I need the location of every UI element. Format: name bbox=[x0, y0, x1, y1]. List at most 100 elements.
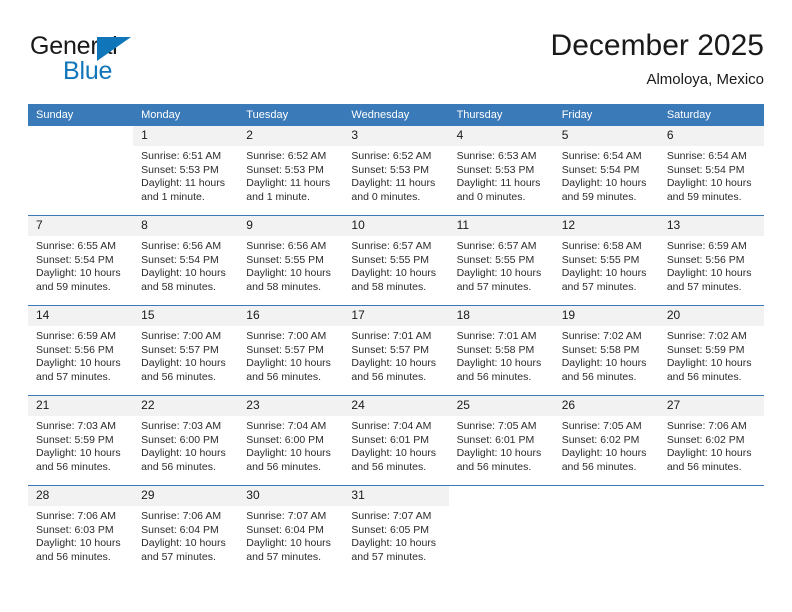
daylight-text: Daylight: 10 hours and 56 minutes. bbox=[246, 447, 331, 473]
day-details: Sunrise: 7:03 AM Sunset: 5:59 PM Daylight:… bbox=[28, 416, 133, 474]
day-details: Sunrise: 6:53 AM Sunset: 5:53 PM Daylight:… bbox=[449, 146, 554, 204]
page-title: December 2025 bbox=[550, 29, 764, 62]
calendar-day-cell[interactable]: 20 Sunrise: 7:02 AM Sunset: 5:59 PM Dayligh… bbox=[658, 305, 764, 396]
sunrise-text: Sunrise: 6:59 AM bbox=[666, 240, 747, 252]
weekday-header-tuesday: Tuesday bbox=[238, 104, 344, 126]
daylight-text: Daylight: 10 hours and 58 minutes. bbox=[246, 267, 331, 293]
day-number: 20 bbox=[658, 306, 764, 326]
brand-logo[interactable]: General Blue bbox=[30, 32, 210, 94]
daylight-text: Daylight: 10 hours and 56 minutes. bbox=[351, 447, 437, 473]
daylight-text: Daylight: 10 hours and 56 minutes. bbox=[561, 447, 647, 473]
day-details: Sunrise: 6:59 AM Sunset: 5:56 PM Daylight:… bbox=[28, 326, 133, 384]
day-details: Sunrise: 7:04 AM Sunset: 6:00 PM Daylight:… bbox=[238, 416, 343, 474]
daylight-text: Daylight: 10 hours and 59 minutes. bbox=[561, 177, 647, 203]
sunset-text: Sunset: 5:54 PM bbox=[666, 163, 745, 176]
sunrise-text: Sunrise: 7:07 AM bbox=[351, 510, 432, 522]
sunset-text: Sunset: 5:53 PM bbox=[456, 163, 535, 176]
calendar-day-cell[interactable]: 25 Sunrise: 7:05 AM Sunset: 6:01 PM Dayligh… bbox=[448, 395, 554, 486]
sunset-text: Sunset: 6:05 PM bbox=[351, 523, 430, 536]
page-header: General Blue December 2025 Almoloya, Mex… bbox=[28, 28, 764, 98]
daylight-text: Daylight: 10 hours and 57 minutes. bbox=[141, 537, 226, 563]
calendar-body: 1 Sunrise: 6:51 AM Sunset: 5:53 PM Daylight… bbox=[28, 126, 764, 575]
day-details: Sunrise: 6:54 AM Sunset: 5:54 PM Daylight:… bbox=[554, 146, 659, 204]
day-number: 27 bbox=[658, 396, 764, 416]
calendar-day-cell[interactable]: 24 Sunrise: 7:04 AM Sunset: 6:01 PM Dayligh… bbox=[343, 395, 449, 486]
weekday-header-saturday: Saturday bbox=[658, 104, 764, 126]
day-number: 17 bbox=[343, 306, 449, 326]
calendar-day-cell[interactable]: 8 Sunrise: 6:56 AM Sunset: 5:54 PM Daylight… bbox=[133, 215, 239, 306]
day-details: Sunrise: 6:56 AM Sunset: 5:54 PM Daylight:… bbox=[133, 236, 238, 294]
sunrise-text: Sunrise: 7:05 AM bbox=[456, 420, 537, 432]
calendar-day-cell[interactable]: 9 Sunrise: 6:56 AM Sunset: 5:55 PM Daylight… bbox=[238, 215, 344, 306]
calendar-day-cell[interactable]: 1 Sunrise: 6:51 AM Sunset: 5:53 PM Daylight… bbox=[133, 126, 239, 216]
title-block: December 2025 Almoloya, Mexico bbox=[551, 28, 764, 90]
sunset-text: Sunset: 5:58 PM bbox=[456, 343, 535, 356]
calendar-day-cell[interactable]: 19 Sunrise: 7:02 AM Sunset: 5:58 PM Dayligh… bbox=[553, 305, 659, 396]
calendar-day-cell[interactable]: 10 Sunrise: 6:57 AM Sunset: 5:55 PM Dayligh… bbox=[343, 215, 449, 306]
day-number: 13 bbox=[658, 216, 764, 236]
sunrise-text: Sunrise: 6:54 AM bbox=[561, 150, 642, 162]
sunset-text: Sunset: 5:54 PM bbox=[561, 163, 640, 176]
calendar-day-cell-empty bbox=[28, 126, 133, 216]
daylight-text: Daylight: 10 hours and 56 minutes. bbox=[36, 537, 121, 563]
calendar-day-cell[interactable]: 11 Sunrise: 6:57 AM Sunset: 5:55 PM Dayligh… bbox=[448, 215, 554, 306]
calendar-day-cell[interactable]: 27 Sunrise: 7:06 AM Sunset: 6:02 PM Dayligh… bbox=[658, 395, 764, 486]
sunset-text: Sunset: 5:59 PM bbox=[666, 343, 745, 356]
daylight-text: Daylight: 10 hours and 57 minutes. bbox=[36, 357, 121, 383]
calendar-day-cell[interactable]: 7 Sunrise: 6:55 AM Sunset: 5:54 PM Daylight… bbox=[28, 215, 134, 306]
calendar-day-cell[interactable]: 30 Sunrise: 7:07 AM Sunset: 6:04 PM Dayligh… bbox=[238, 485, 344, 575]
weekday-header-wednesday: Wednesday bbox=[343, 104, 449, 126]
day-details: Sunrise: 6:51 AM Sunset: 5:53 PM Daylight:… bbox=[133, 146, 238, 204]
day-details: Sunrise: 6:58 AM Sunset: 5:55 PM Daylight:… bbox=[554, 236, 659, 294]
calendar-day-cell[interactable]: 17 Sunrise: 7:01 AM Sunset: 5:57 PM Dayligh… bbox=[343, 305, 449, 396]
day-number: 23 bbox=[238, 396, 344, 416]
calendar-day-cell[interactable]: 21 Sunrise: 7:03 AM Sunset: 5:59 PM Dayligh… bbox=[28, 395, 134, 486]
calendar-day-cell[interactable]: 3 Sunrise: 6:52 AM Sunset: 5:53 PM Daylight… bbox=[343, 126, 449, 216]
calendar-week-row: 1 Sunrise: 6:51 AM Sunset: 5:53 PM Daylight… bbox=[28, 126, 764, 216]
sunrise-text: Sunrise: 7:06 AM bbox=[141, 510, 222, 522]
sunrise-text: Sunrise: 6:52 AM bbox=[246, 150, 327, 162]
day-number: 2 bbox=[238, 126, 344, 146]
calendar-day-cell[interactable]: 13 Sunrise: 6:59 AM Sunset: 5:56 PM Dayligh… bbox=[658, 215, 764, 306]
calendar-day-cell[interactable]: 2 Sunrise: 6:52 AM Sunset: 5:53 PM Daylight… bbox=[238, 126, 344, 216]
calendar-day-cell[interactable]: 29 Sunrise: 7:06 AM Sunset: 6:04 PM Dayligh… bbox=[133, 485, 239, 575]
calendar-day-cell[interactable]: 31 Sunrise: 7:07 AM Sunset: 6:05 PM Dayligh… bbox=[343, 485, 449, 575]
calendar-day-cell[interactable]: 15 Sunrise: 7:00 AM Sunset: 5:57 PM Dayligh… bbox=[133, 305, 239, 396]
sunset-text: Sunset: 5:53 PM bbox=[351, 163, 430, 176]
day-number: 14 bbox=[28, 306, 134, 326]
sunset-text: Sunset: 5:57 PM bbox=[351, 343, 430, 356]
calendar-day-cell[interactable]: 26 Sunrise: 7:05 AM Sunset: 6:02 PM Dayligh… bbox=[553, 395, 659, 486]
daylight-text: Daylight: 11 hours and 1 minute. bbox=[246, 177, 331, 203]
day-details: Sunrise: 7:06 AM Sunset: 6:03 PM Daylight:… bbox=[28, 506, 133, 564]
calendar-page: General Blue December 2025 Almoloya, Mex… bbox=[0, 0, 792, 612]
day-number: 5 bbox=[553, 126, 659, 146]
calendar-day-cell[interactable]: 18 Sunrise: 7:01 AM Sunset: 5:58 PM Dayligh… bbox=[448, 305, 554, 396]
daylight-text: Daylight: 10 hours and 57 minutes. bbox=[561, 267, 647, 293]
sunset-text: Sunset: 5:55 PM bbox=[351, 253, 430, 266]
calendar-table: Sunday Monday Tuesday Wednesday Thursday… bbox=[28, 104, 764, 575]
calendar-day-cell[interactable]: 6 Sunrise: 6:54 AM Sunset: 5:54 PM Daylight… bbox=[658, 126, 764, 216]
day-details: Sunrise: 6:57 AM Sunset: 5:55 PM Daylight:… bbox=[343, 236, 448, 294]
calendar-day-cell[interactable]: 23 Sunrise: 7:04 AM Sunset: 6:00 PM Dayligh… bbox=[238, 395, 344, 486]
calendar-day-cell[interactable]: 28 Sunrise: 7:06 AM Sunset: 6:03 PM Dayligh… bbox=[28, 485, 134, 575]
calendar-week-row: 7 Sunrise: 6:55 AM Sunset: 5:54 PM Daylight… bbox=[28, 215, 764, 306]
calendar-day-cell[interactable]: 16 Sunrise: 7:00 AM Sunset: 5:57 PM Dayligh… bbox=[238, 305, 344, 396]
day-details: Sunrise: 7:00 AM Sunset: 5:57 PM Daylight:… bbox=[133, 326, 238, 384]
day-number bbox=[554, 486, 659, 506]
calendar-day-cell-empty bbox=[658, 485, 764, 575]
day-number: 15 bbox=[133, 306, 239, 326]
sunrise-text: Sunrise: 7:06 AM bbox=[36, 510, 116, 522]
sunrise-text: Sunrise: 7:00 AM bbox=[246, 330, 327, 342]
daylight-text: Daylight: 10 hours and 56 minutes. bbox=[246, 357, 331, 383]
day-number bbox=[449, 486, 554, 506]
daylight-text: Daylight: 10 hours and 56 minutes. bbox=[141, 447, 226, 473]
page-subtitle: Almoloya, Mexico bbox=[646, 71, 764, 88]
calendar-day-cell[interactable]: 4 Sunrise: 6:53 AM Sunset: 5:53 PM Daylight… bbox=[448, 126, 554, 216]
calendar-day-cell[interactable]: 5 Sunrise: 6:54 AM Sunset: 5:54 PM Daylight… bbox=[553, 126, 659, 216]
calendar-day-cell[interactable]: 14 Sunrise: 6:59 AM Sunset: 5:56 PM Dayligh… bbox=[28, 305, 134, 396]
sunset-text: Sunset: 6:02 PM bbox=[666, 433, 745, 446]
day-number: 18 bbox=[448, 306, 554, 326]
calendar-day-cell[interactable]: 12 Sunrise: 6:58 AM Sunset: 5:55 PM Dayligh… bbox=[553, 215, 659, 306]
sunrise-text: Sunrise: 7:00 AM bbox=[141, 330, 222, 342]
calendar-day-cell[interactable]: 22 Sunrise: 7:03 AM Sunset: 6:00 PM Dayligh… bbox=[133, 395, 239, 486]
